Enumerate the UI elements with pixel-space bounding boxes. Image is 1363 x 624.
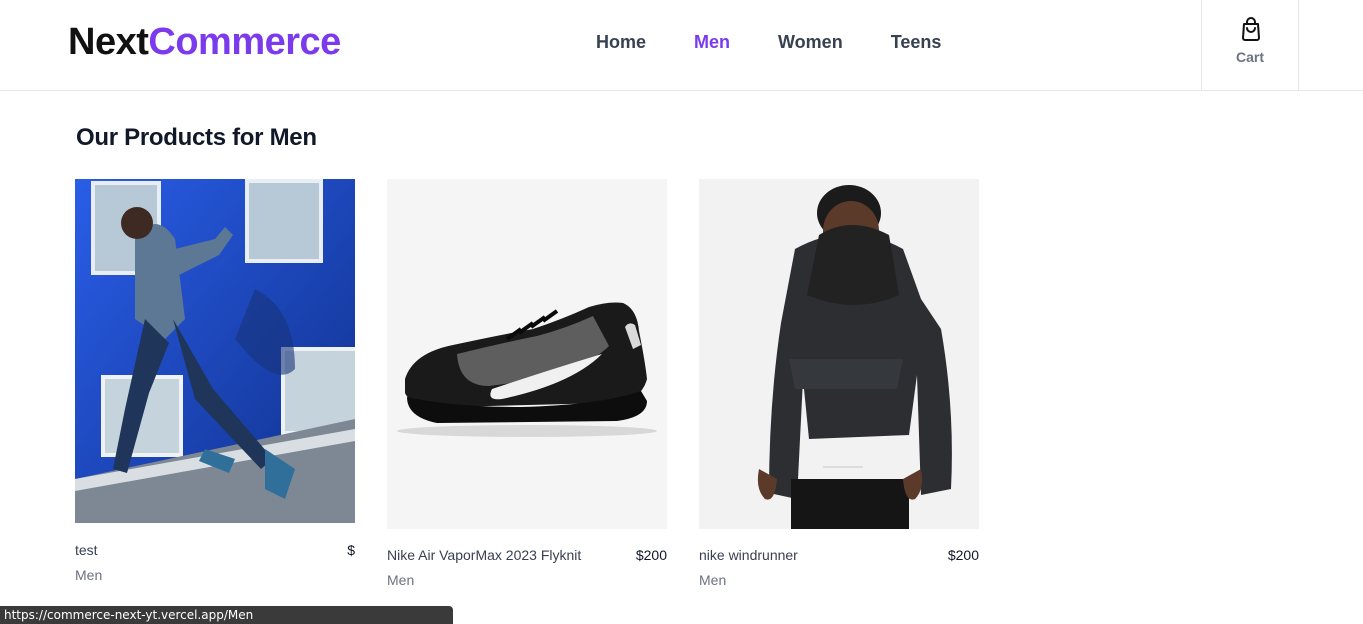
cart-label: Cart: [1235, 49, 1264, 65]
brand-logo-part2: Commerce: [148, 21, 341, 63]
product-image-sneaker[interactable]: [387, 179, 667, 529]
product-card[interactable]: nike windrunner $200 Men: [699, 179, 979, 588]
sneaker-photo: [387, 179, 667, 529]
runner-photo: [75, 179, 355, 523]
nav-home[interactable]: Home: [596, 30, 646, 54]
product-price: $200: [947, 547, 979, 563]
nav-men[interactable]: Men: [694, 30, 730, 54]
nav-women[interactable]: Women: [778, 30, 843, 54]
brand-logo[interactable]: NextCommerce: [68, 20, 341, 64]
product-name[interactable]: Nike Air VaporMax 2023 Flyknit: [387, 547, 581, 563]
product-price: $200: [635, 547, 667, 563]
shopping-bag-icon: [1242, 17, 1260, 41]
product-category: Men: [75, 567, 103, 583]
product-card[interactable]: test $ Men: [75, 179, 355, 583]
product-price: $: [347, 542, 355, 558]
product-image-runner[interactable]: [75, 179, 355, 523]
product-category: Men: [387, 572, 415, 588]
site-header: NextCommerce Home Men Women Teens Cart: [0, 0, 1363, 91]
product-category: Men: [699, 572, 727, 588]
product-name[interactable]: nike windrunner: [699, 547, 798, 563]
nav-teens[interactable]: Teens: [891, 30, 942, 54]
product-card[interactable]: Nike Air VaporMax 2023 Flyknit $200 Men: [387, 179, 667, 588]
page-title: Our Products for Men: [76, 124, 317, 151]
product-image-jacket[interactable]: [699, 179, 979, 529]
main-nav: Home Men Women Teens: [596, 30, 989, 54]
cart-button[interactable]: Cart: [1201, 0, 1299, 90]
product-name[interactable]: test: [75, 542, 98, 558]
brand-logo-part1: Next: [68, 21, 149, 63]
browser-status-url: https://commerce-next-yt.vercel.app/Men: [0, 606, 453, 624]
jacket-photo: [699, 179, 979, 529]
